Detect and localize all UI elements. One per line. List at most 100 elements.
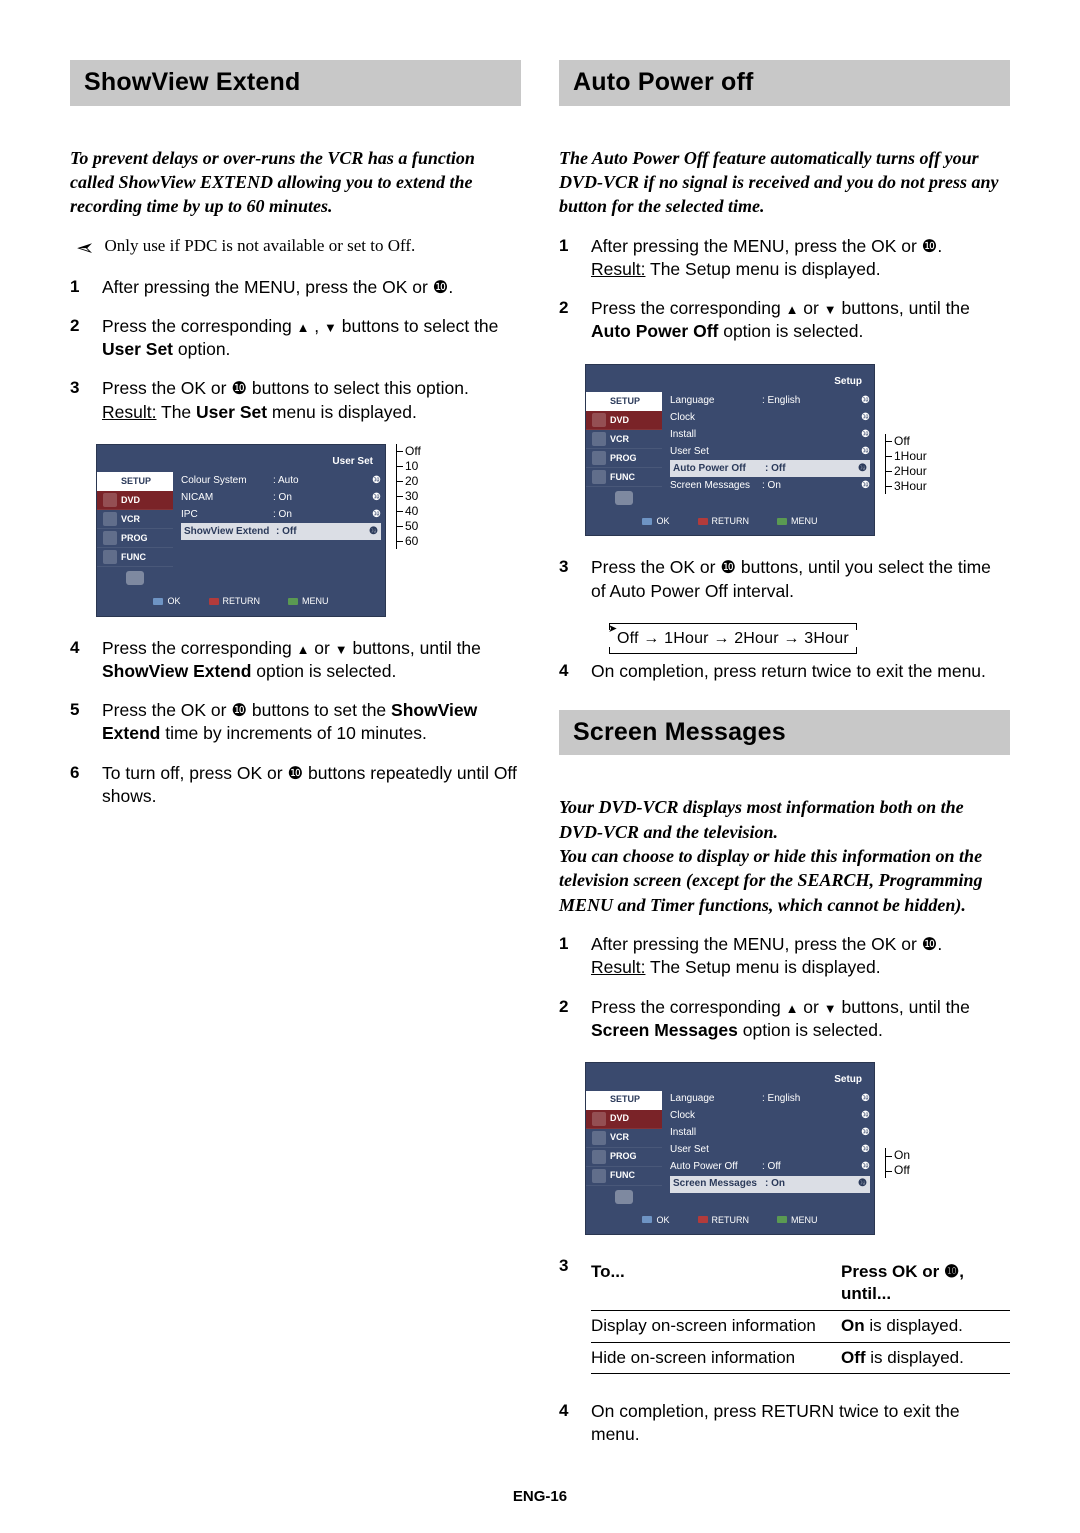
func-icon [592,1169,606,1183]
menu-item: Language: English❿ [670,392,870,409]
step-body: To...Press OK or ❿, until... Display on-… [591,1255,1010,1384]
step-num: 2 [559,996,577,1043]
menu-item: Screen Messages: On❿ [670,477,870,494]
vcr-icon [592,1131,606,1145]
step-num: 4 [559,660,577,683]
menu-screen: Setup SETUP DVD VCR PROG FUNC Language: … [585,1062,875,1235]
menu-footer: OK RETURN MENU [586,509,874,535]
vcr-icon [592,432,606,446]
nav-icon [615,1190,633,1204]
menu-item-selected: Screen Messages: On❿ [670,1176,870,1193]
right-icon: ❿ [861,445,870,459]
step-body: Press the corresponding ▲ or ▼ buttons, … [591,297,1010,344]
tab-func: FUNC [97,548,173,567]
menu-key-icon [288,598,298,605]
right-icon: ❿ [861,1092,870,1106]
left-column: ShowView Extend To prevent delays or ove… [70,60,521,1463]
menu-item: Clock❿ [670,1108,870,1125]
up-icon: ▲ [297,320,310,335]
right-icon: ❿ [372,508,381,522]
menu-footer: OK RETURN MENU [97,589,385,615]
menu-title: Setup [586,1063,874,1091]
step-body: Press the OK or ❿ buttons to select this… [102,377,521,424]
down-icon: ▼ [335,642,348,657]
return-key-icon [209,598,219,605]
step-num: 1 [559,933,577,980]
option-list: On Off [885,1148,931,1178]
tab-prog: PROG [586,1148,662,1167]
step-num: 1 [559,235,577,282]
step-num: 4 [70,637,88,684]
steps-left-b: 4 Press the corresponding ▲ or ▼ buttons… [70,637,521,809]
dvd-icon [592,413,606,427]
func-icon [592,470,606,484]
gear-icon [592,394,606,408]
step-body: After pressing the MENU, press the OK or… [591,235,1010,282]
right-icon: ❿ [861,1160,870,1174]
step-body: Press the corresponding ▲ or ▼ buttons, … [591,996,1010,1043]
steps-right-a1: 1 After pressing the MENU, press the OK … [559,235,1010,344]
step-body: After pressing the MENU, press the OK or… [591,933,1010,980]
step-num: 2 [559,297,577,344]
menu-tabs: SETUP DVD VCR PROG FUNC [586,392,662,509]
step-body: On completion, press RETURN twice to exi… [591,1400,1010,1447]
step-num: 3 [70,377,88,424]
clock-icon [592,1150,606,1164]
menu-item: Clock❿ [670,409,870,426]
gear-icon [103,474,117,488]
menu-items: Language: English❿ Clock❿ Install❿ User … [662,392,874,509]
intro-autopower: The Auto Power Off feature automatically… [559,146,1010,219]
nav-icon [126,571,144,585]
menu-item: IPC: On❿ [181,506,381,523]
return-key-icon [698,518,708,525]
step-body: On completion, press return twice to exi… [591,660,1010,683]
action-table: To...Press OK or ❿, until... Display on-… [591,1261,1010,1374]
down-icon: ▼ [824,1001,837,1016]
tab-setup: SETUP [586,392,662,411]
steps-right-a3: 4 On completion, press return twice to e… [559,660,1010,683]
section-header-autopower: Auto Power off [559,60,1010,106]
nav-icon [615,491,633,505]
menu-autopower: Setup SETUP DVD VCR PROG FUNC Language: … [585,364,1010,537]
menu-item-selected: ShowView Extend: Off❿ [181,523,381,540]
tab-dvd: DVD [586,411,662,430]
option-list: Off 1Hour 2Hour 3Hour [885,434,931,494]
ok-key-icon [642,1216,652,1223]
clock-icon [103,531,117,545]
func-icon [103,550,117,564]
step-body: Press the corresponding ▲ or ▼ buttons, … [102,637,521,684]
tab-setup: SETUP [97,472,173,491]
right-icon: ❿ [861,479,870,493]
tab-prog: PROG [97,529,173,548]
ok-key-icon [153,598,163,605]
menu-screen: Setup SETUP DVD VCR PROG FUNC Language: … [585,364,875,537]
dvd-icon [592,1112,606,1126]
vcr-icon [103,512,117,526]
menu-item: User Set❿ [670,1142,870,1159]
menu-item: Auto Power Off: Off❿ [670,1159,870,1176]
intro-showview: To prevent delays or over-runs the VCR h… [70,146,521,219]
dvd-icon [103,493,117,507]
step-num: 6 [70,762,88,809]
up-icon: ▲ [786,1001,799,1016]
tab-vcr: VCR [586,430,662,449]
step-num: 3 [559,1255,577,1384]
right-icon: ❿ [372,474,381,488]
menu-key-icon [777,518,787,525]
menu-key-icon [777,1216,787,1223]
menu-item: Language: English❿ [670,1091,870,1108]
right-icon: ❿ [369,525,378,539]
menu-item-selected: Auto Power Off: Off❿ [670,460,870,477]
step-num: 4 [559,1400,577,1447]
section-header-showview: ShowView Extend [70,60,521,106]
right-icon: ❿ [861,411,870,425]
step-body: To turn off, press OK or ❿ buttons repea… [102,762,521,809]
step-body: Press the corresponding ▲ , ▼ buttons to… [102,315,521,362]
right-column: Auto Power off The Auto Power Off featur… [559,60,1010,1463]
gear-icon [592,1093,606,1107]
right-icon: ❿ [858,1177,867,1191]
right-icon: ❿ [861,1109,870,1123]
steps-right-b1: 1 After pressing the MENU, press the OK … [559,933,1010,1042]
menu-item: NICAM: On❿ [181,489,381,506]
steps-right-b2: 3 To...Press OK or ❿, until... Display o… [559,1255,1010,1447]
